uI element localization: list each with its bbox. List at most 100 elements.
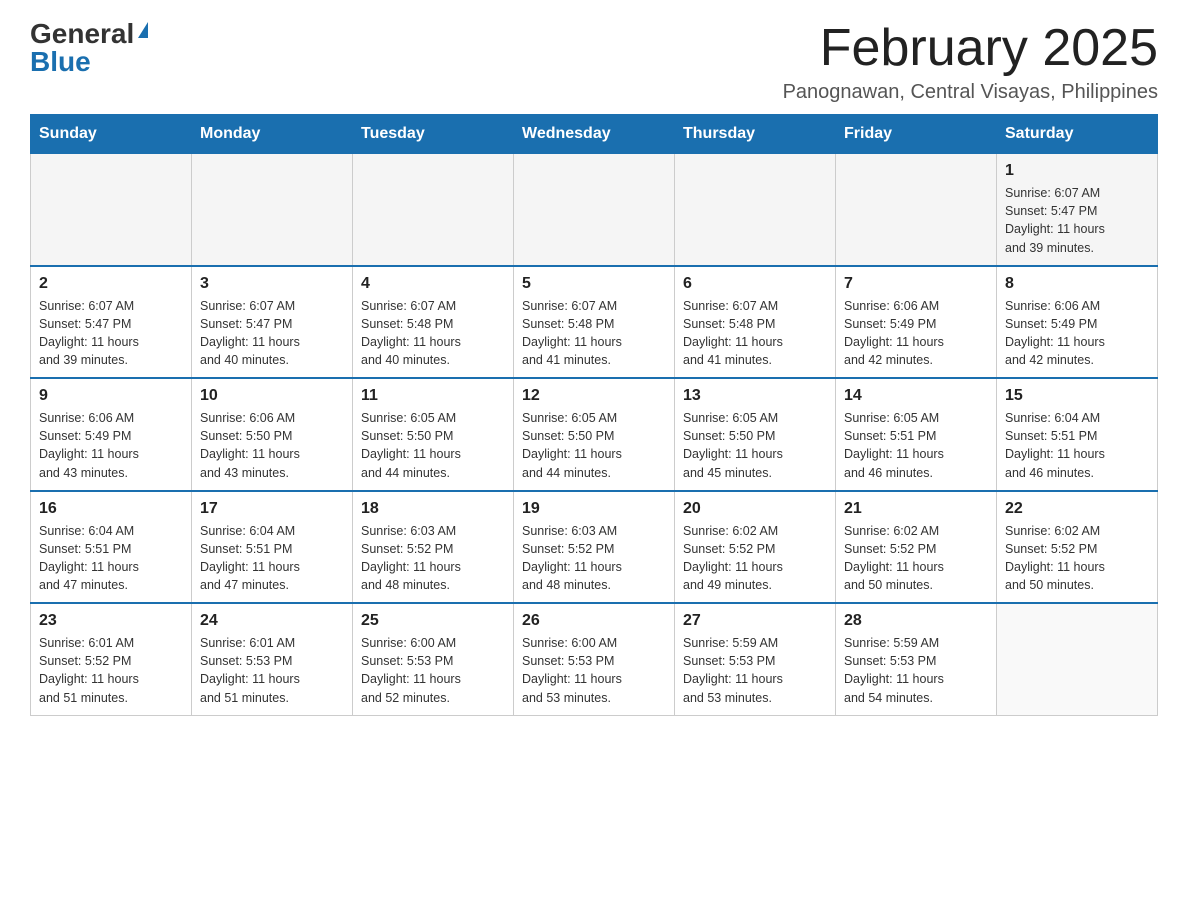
- day-number: 5: [522, 275, 666, 293]
- day-number: 3: [200, 275, 344, 293]
- day-info: Sunrise: 6:05 AM Sunset: 5:50 PM Dayligh…: [683, 409, 827, 482]
- day-info: Sunrise: 6:03 AM Sunset: 5:52 PM Dayligh…: [361, 522, 505, 595]
- day-info: Sunrise: 6:05 AM Sunset: 5:51 PM Dayligh…: [844, 409, 988, 482]
- calendar-table: SundayMondayTuesdayWednesdayThursdayFrid…: [30, 114, 1158, 716]
- day-info: Sunrise: 6:02 AM Sunset: 5:52 PM Dayligh…: [844, 522, 988, 595]
- day-number: 9: [39, 387, 183, 405]
- day-of-week-header: Monday: [192, 115, 353, 154]
- calendar-day-cell: 14 Sunrise: 6:05 AM Sunset: 5:51 PM Dayli…: [836, 378, 997, 491]
- day-of-week-header: Saturday: [997, 115, 1158, 154]
- day-number: 1: [1005, 162, 1149, 180]
- calendar-day-cell: 6 Sunrise: 6:07 AM Sunset: 5:48 PM Daylig…: [675, 266, 836, 379]
- calendar-day-cell: [675, 154, 836, 266]
- day-info: Sunrise: 6:06 AM Sunset: 5:50 PM Dayligh…: [200, 409, 344, 482]
- logo-triangle-icon: [138, 22, 148, 38]
- day-info: Sunrise: 6:06 AM Sunset: 5:49 PM Dayligh…: [39, 409, 183, 482]
- day-info: Sunrise: 5:59 AM Sunset: 5:53 PM Dayligh…: [683, 634, 827, 707]
- day-info: Sunrise: 6:02 AM Sunset: 5:52 PM Dayligh…: [683, 522, 827, 595]
- day-info: Sunrise: 6:00 AM Sunset: 5:53 PM Dayligh…: [361, 634, 505, 707]
- day-of-week-header: Thursday: [675, 115, 836, 154]
- location-subtitle: Panognawan, Central Visayas, Philippines: [783, 81, 1158, 104]
- calendar-day-cell: 23 Sunrise: 6:01 AM Sunset: 5:52 PM Dayli…: [31, 603, 192, 715]
- calendar-day-cell: [353, 154, 514, 266]
- day-info: Sunrise: 6:04 AM Sunset: 5:51 PM Dayligh…: [1005, 409, 1149, 482]
- day-info: Sunrise: 6:05 AM Sunset: 5:50 PM Dayligh…: [522, 409, 666, 482]
- calendar-day-cell: 5 Sunrise: 6:07 AM Sunset: 5:48 PM Daylig…: [514, 266, 675, 379]
- day-info: Sunrise: 6:05 AM Sunset: 5:50 PM Dayligh…: [361, 409, 505, 482]
- logo: General Blue: [30, 20, 148, 76]
- day-number: 18: [361, 500, 505, 518]
- day-number: 17: [200, 500, 344, 518]
- day-info: Sunrise: 6:03 AM Sunset: 5:52 PM Dayligh…: [522, 522, 666, 595]
- logo-general-text: General: [30, 20, 134, 48]
- day-number: 13: [683, 387, 827, 405]
- calendar-day-cell: 26 Sunrise: 6:00 AM Sunset: 5:53 PM Dayli…: [514, 603, 675, 715]
- calendar-day-cell: 22Sunrise: 6:02 AM Sunset: 5:52 PM Dayli…: [997, 491, 1158, 604]
- day-info: Sunrise: 6:07 AM Sunset: 5:48 PM Dayligh…: [522, 297, 666, 370]
- day-info: Sunrise: 6:01 AM Sunset: 5:52 PM Dayligh…: [39, 634, 183, 707]
- calendar-day-cell: 8Sunrise: 6:06 AM Sunset: 5:49 PM Daylig…: [997, 266, 1158, 379]
- day-number: 16: [39, 500, 183, 518]
- calendar-day-cell: 28 Sunrise: 5:59 AM Sunset: 5:53 PM Dayli…: [836, 603, 997, 715]
- day-number: 4: [361, 275, 505, 293]
- calendar-day-cell: 20 Sunrise: 6:02 AM Sunset: 5:52 PM Dayli…: [675, 491, 836, 604]
- calendar-day-cell: 10 Sunrise: 6:06 AM Sunset: 5:50 PM Dayli…: [192, 378, 353, 491]
- day-info: Sunrise: 6:07 AM Sunset: 5:47 PM Dayligh…: [200, 297, 344, 370]
- day-info: Sunrise: 6:07 AM Sunset: 5:48 PM Dayligh…: [683, 297, 827, 370]
- calendar-day-cell: [997, 603, 1158, 715]
- day-of-week-header: Wednesday: [514, 115, 675, 154]
- calendar-day-cell: 11 Sunrise: 6:05 AM Sunset: 5:50 PM Dayli…: [353, 378, 514, 491]
- calendar-day-cell: 9 Sunrise: 6:06 AM Sunset: 5:49 PM Daylig…: [31, 378, 192, 491]
- calendar-day-cell: 24 Sunrise: 6:01 AM Sunset: 5:53 PM Dayli…: [192, 603, 353, 715]
- day-info: Sunrise: 6:01 AM Sunset: 5:53 PM Dayligh…: [200, 634, 344, 707]
- calendar-day-cell: [836, 154, 997, 266]
- day-number: 10: [200, 387, 344, 405]
- logo-blue-text: Blue: [30, 46, 91, 77]
- calendar-day-cell: 21 Sunrise: 6:02 AM Sunset: 5:52 PM Dayli…: [836, 491, 997, 604]
- day-number: 8: [1005, 275, 1149, 293]
- calendar-day-cell: 12Sunrise: 6:05 AM Sunset: 5:50 PM Dayli…: [514, 378, 675, 491]
- day-info: Sunrise: 6:00 AM Sunset: 5:53 PM Dayligh…: [522, 634, 666, 707]
- day-number: 23: [39, 612, 183, 630]
- day-number: 28: [844, 612, 988, 630]
- page-header: General Blue February 2025 Panognawan, C…: [30, 20, 1158, 104]
- day-of-week-header: Friday: [836, 115, 997, 154]
- month-title: February 2025: [783, 20, 1158, 77]
- calendar-week-row: 23 Sunrise: 6:01 AM Sunset: 5:52 PM Dayli…: [31, 603, 1158, 715]
- day-info: Sunrise: 6:04 AM Sunset: 5:51 PM Dayligh…: [39, 522, 183, 595]
- calendar-day-cell: [31, 154, 192, 266]
- day-number: 25: [361, 612, 505, 630]
- calendar-day-cell: 19 Sunrise: 6:03 AM Sunset: 5:52 PM Dayli…: [514, 491, 675, 604]
- calendar-day-cell: 16 Sunrise: 6:04 AM Sunset: 5:51 PM Dayli…: [31, 491, 192, 604]
- day-number: 15: [1005, 387, 1149, 405]
- calendar-day-cell: 13 Sunrise: 6:05 AM Sunset: 5:50 PM Dayli…: [675, 378, 836, 491]
- calendar-day-cell: [192, 154, 353, 266]
- day-info: Sunrise: 6:04 AM Sunset: 5:51 PM Dayligh…: [200, 522, 344, 595]
- day-number: 20: [683, 500, 827, 518]
- day-number: 21: [844, 500, 988, 518]
- day-number: 14: [844, 387, 988, 405]
- calendar-day-cell: 27 Sunrise: 5:59 AM Sunset: 5:53 PM Dayli…: [675, 603, 836, 715]
- day-info: Sunrise: 5:59 AM Sunset: 5:53 PM Dayligh…: [844, 634, 988, 707]
- day-number: 2: [39, 275, 183, 293]
- day-info: Sunrise: 6:07 AM Sunset: 5:48 PM Dayligh…: [361, 297, 505, 370]
- day-number: 24: [200, 612, 344, 630]
- day-info: Sunrise: 6:07 AM Sunset: 5:47 PM Dayligh…: [39, 297, 183, 370]
- calendar-day-cell: 4 Sunrise: 6:07 AM Sunset: 5:48 PM Daylig…: [353, 266, 514, 379]
- calendar-week-row: 2 Sunrise: 6:07 AM Sunset: 5:47 PM Daylig…: [31, 266, 1158, 379]
- calendar-week-row: 16 Sunrise: 6:04 AM Sunset: 5:51 PM Dayli…: [31, 491, 1158, 604]
- day-info: Sunrise: 6:06 AM Sunset: 5:49 PM Dayligh…: [844, 297, 988, 370]
- day-number: 19: [522, 500, 666, 518]
- calendar-day-cell: 2 Sunrise: 6:07 AM Sunset: 5:47 PM Daylig…: [31, 266, 192, 379]
- title-section: February 2025 Panognawan, Central Visaya…: [783, 20, 1158, 104]
- calendar-header-row: SundayMondayTuesdayWednesdayThursdayFrid…: [31, 115, 1158, 154]
- day-number: 27: [683, 612, 827, 630]
- calendar-day-cell: 7Sunrise: 6:06 AM Sunset: 5:49 PM Daylig…: [836, 266, 997, 379]
- day-number: 26: [522, 612, 666, 630]
- day-info: Sunrise: 6:02 AM Sunset: 5:52 PM Dayligh…: [1005, 522, 1149, 595]
- calendar-week-row: 9 Sunrise: 6:06 AM Sunset: 5:49 PM Daylig…: [31, 378, 1158, 491]
- calendar-day-cell: 3 Sunrise: 6:07 AM Sunset: 5:47 PM Daylig…: [192, 266, 353, 379]
- day-number: 6: [683, 275, 827, 293]
- day-number: 11: [361, 387, 505, 405]
- day-info: Sunrise: 6:07 AM Sunset: 5:47 PM Dayligh…: [1005, 184, 1149, 257]
